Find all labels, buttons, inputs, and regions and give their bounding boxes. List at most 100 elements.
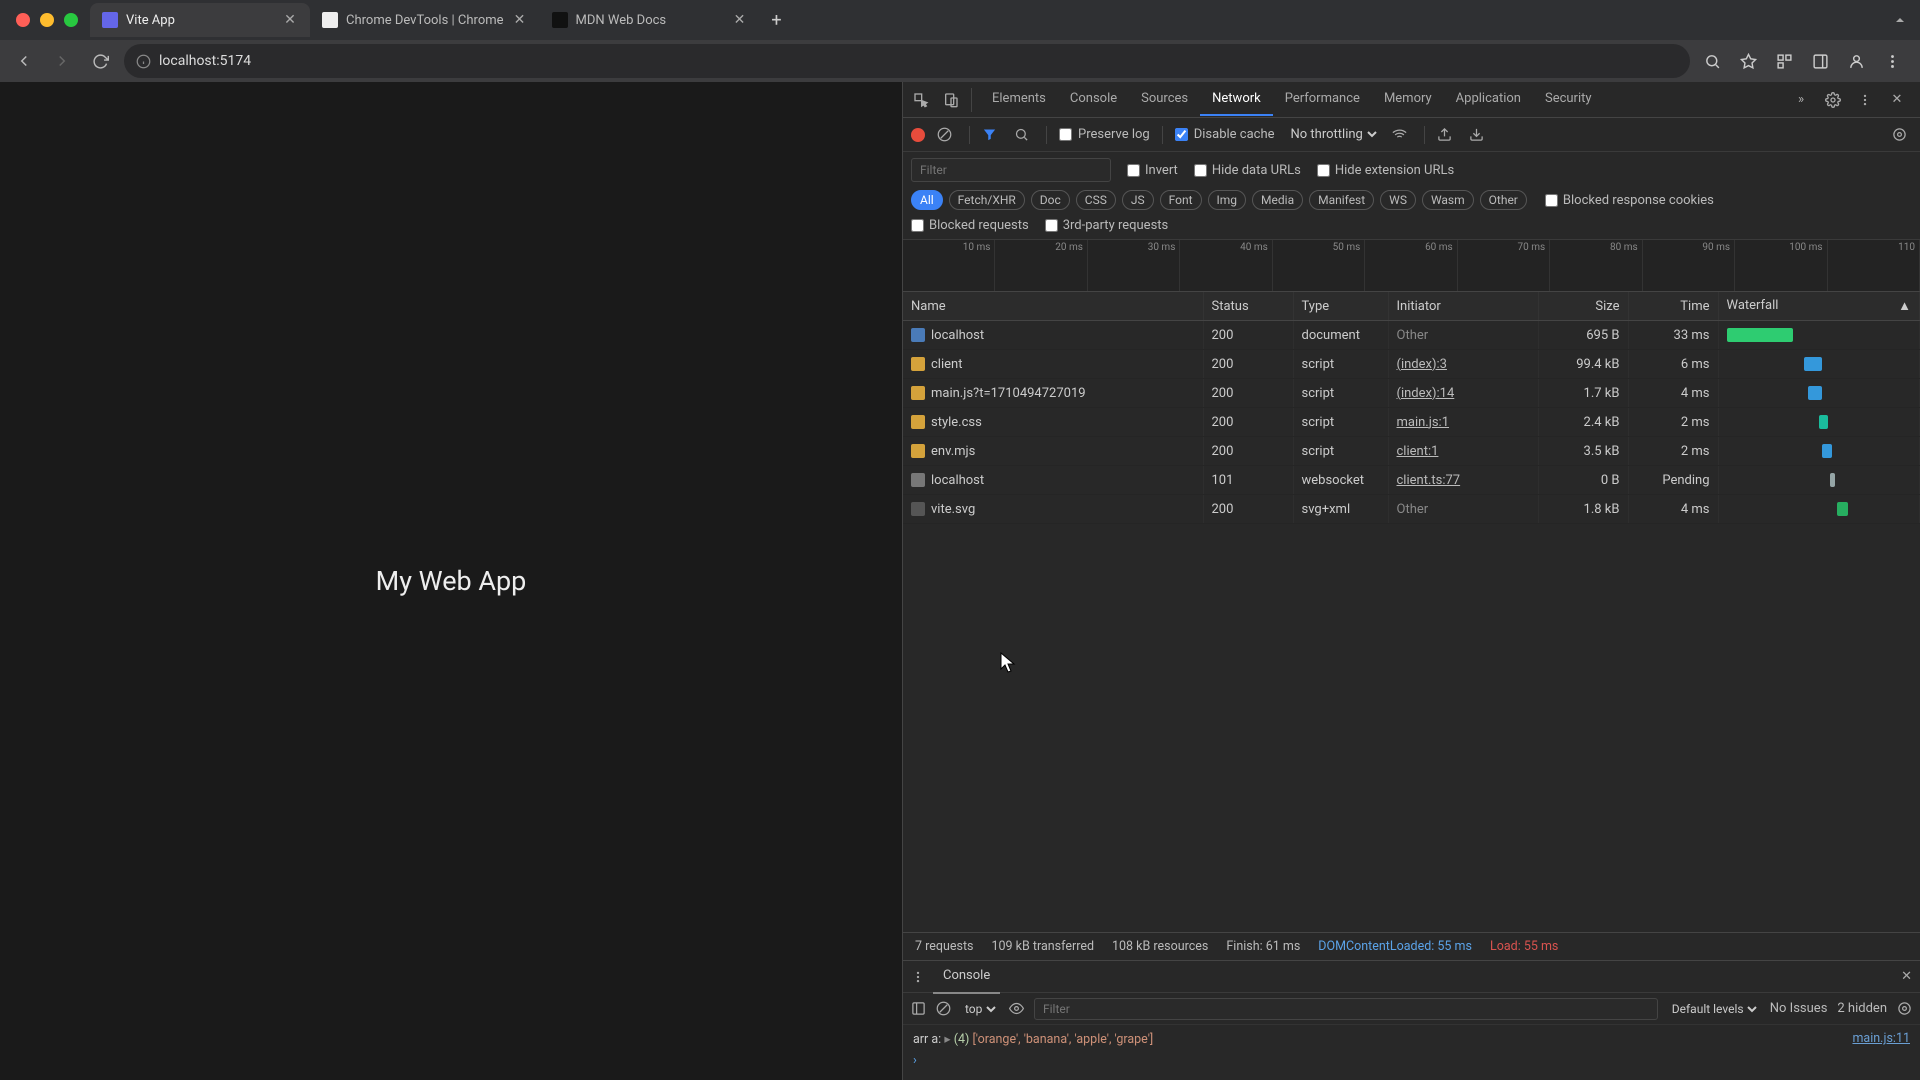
devtools-close-icon[interactable]: ✕ [1886, 89, 1908, 111]
console-log-line[interactable]: arr a: ▸ (4) ['orange', 'banana', 'apple… [913, 1029, 1910, 1049]
console-live-icon[interactable] [1009, 1001, 1024, 1016]
tabs-overflow-icon[interactable] [1892, 12, 1920, 28]
forward-button[interactable] [48, 47, 76, 75]
table-row[interactable]: main.js?t=1710494727019 200 script (inde… [903, 379, 1920, 408]
column-header[interactable]: Size [1538, 292, 1628, 321]
table-row[interactable]: localhost 200 document Other 695 B 33 ms [903, 321, 1920, 350]
table-row[interactable]: style.css 200 script main.js:1 2.4 kB 2 … [903, 408, 1920, 437]
filter-chip[interactable]: Font [1160, 190, 1202, 210]
back-button[interactable] [10, 47, 38, 75]
import-har-icon[interactable] [1437, 127, 1457, 142]
devtools-tab-network[interactable]: Network [1200, 83, 1273, 116]
tab-close-icon[interactable]: ✕ [282, 12, 298, 28]
column-header[interactable]: Initiator [1388, 292, 1538, 321]
network-filter-input[interactable] [911, 158, 1111, 182]
device-toggle-icon[interactable] [939, 88, 963, 112]
column-header[interactable]: Name [903, 292, 1203, 321]
initiator-link[interactable]: (index):14 [1397, 386, 1455, 401]
console-issues[interactable]: No Issues [1770, 1001, 1828, 1016]
initiator-link[interactable]: client.ts:77 [1397, 473, 1461, 488]
console-hidden[interactable]: 2 hidden [1837, 1001, 1887, 1016]
browser-tab[interactable]: Chrome DevTools | Chrome✕ [310, 3, 540, 37]
window-maximize-icon[interactable] [64, 13, 78, 27]
side-panel-icon[interactable] [1808, 49, 1832, 73]
filter-chip[interactable]: Doc [1031, 190, 1070, 210]
window-minimize-icon[interactable] [40, 13, 54, 27]
console-drawer-close-icon[interactable]: ✕ [1901, 969, 1912, 984]
reload-button[interactable] [86, 47, 114, 75]
menu-icon[interactable] [1880, 49, 1904, 73]
column-header[interactable]: Type [1293, 292, 1388, 321]
site-info-icon[interactable] [136, 54, 151, 69]
devtools-tab-performance[interactable]: Performance [1273, 83, 1372, 116]
devtools-tab-security[interactable]: Security [1533, 83, 1604, 116]
filter-chip[interactable]: Img [1208, 190, 1247, 210]
filter-chip[interactable]: Other [1480, 190, 1527, 210]
console-filter-input[interactable] [1034, 998, 1658, 1020]
filter-chip[interactable]: CSS [1076, 190, 1116, 210]
console-prompt[interactable]: › [913, 1049, 1910, 1068]
profile-icon[interactable] [1844, 49, 1868, 73]
column-header[interactable]: Time [1628, 292, 1718, 321]
hide-data-urls-checkbox[interactable]: Hide data URLs [1194, 163, 1301, 178]
filter-chip[interactable]: Manifest [1309, 190, 1374, 210]
filter-chip[interactable]: Fetch/XHR [949, 190, 1025, 210]
filter-chip[interactable]: Wasm [1422, 190, 1474, 210]
filter-toggle-icon[interactable] [982, 127, 1002, 142]
network-conditions-icon[interactable] [1392, 127, 1412, 142]
console-source-link[interactable]: main.js:11 [1852, 1031, 1910, 1047]
invert-checkbox[interactable]: Invert [1127, 163, 1178, 178]
browser-tab[interactable]: MDN Web Docs✕ [540, 3, 760, 37]
devtools-tab-elements[interactable]: Elements [980, 83, 1058, 116]
column-header[interactable]: Waterfall ▲ [1718, 292, 1920, 321]
extensions-icon[interactable] [1772, 49, 1796, 73]
bookmark-icon[interactable] [1736, 49, 1760, 73]
inspect-element-icon[interactable] [909, 88, 933, 112]
devtools-tab-console[interactable]: Console [1058, 83, 1129, 116]
search-toggle-icon[interactable] [1014, 127, 1034, 142]
table-row[interactable]: localhost 101 websocket client.ts:77 0 B… [903, 466, 1920, 495]
network-timeline[interactable]: 10 ms20 ms30 ms40 ms50 ms60 ms70 ms80 ms… [903, 240, 1920, 292]
filter-chip[interactable]: All [911, 190, 943, 210]
drawer-menu-icon[interactable] [911, 970, 925, 984]
settings-icon[interactable] [1822, 89, 1844, 111]
tab-close-icon[interactable]: ✕ [512, 12, 528, 28]
expand-icon[interactable]: ▸ [944, 1032, 950, 1047]
table-row[interactable]: client 200 script (index):3 99.4 kB 6 ms [903, 350, 1920, 379]
console-settings-icon[interactable] [1897, 1001, 1912, 1016]
preserve-log-checkbox[interactable]: Preserve log [1059, 127, 1150, 142]
blocked-cookies-checkbox[interactable]: Blocked response cookies [1545, 193, 1714, 208]
console-clear-icon[interactable] [936, 1001, 951, 1016]
network-table[interactable]: NameStatusTypeInitiatorSizeTimeWaterfall… [903, 292, 1920, 932]
tab-close-icon[interactable]: ✕ [732, 12, 748, 28]
browser-tab[interactable]: Vite App✕ [90, 3, 310, 37]
filter-chip[interactable]: Media [1252, 190, 1303, 210]
search-icon[interactable] [1700, 49, 1724, 73]
new-tab-button[interactable]: + [764, 7, 790, 33]
filter-chip[interactable]: JS [1122, 190, 1154, 210]
initiator-link[interactable]: main.js:1 [1397, 415, 1450, 430]
blocked-requests-checkbox[interactable]: Blocked requests [911, 218, 1029, 233]
address-bar[interactable]: localhost:5174 [124, 44, 1690, 78]
more-tabs-icon[interactable]: » [1790, 89, 1812, 111]
window-close-icon[interactable] [16, 13, 30, 27]
record-button[interactable] [911, 128, 925, 142]
network-settings-icon[interactable] [1892, 127, 1912, 142]
export-har-icon[interactable] [1469, 127, 1489, 142]
column-header[interactable]: Status [1203, 292, 1293, 321]
console-sidebar-icon[interactable] [911, 1001, 926, 1016]
hide-ext-urls-checkbox[interactable]: Hide extension URLs [1317, 163, 1454, 178]
table-row[interactable]: vite.svg 200 svg+xml Other 1.8 kB 4 ms [903, 495, 1920, 524]
devtools-tab-memory[interactable]: Memory [1372, 83, 1444, 116]
devtools-menu-icon[interactable] [1854, 89, 1876, 111]
devtools-tab-sources[interactable]: Sources [1129, 83, 1200, 116]
initiator-link[interactable]: client:1 [1397, 444, 1439, 459]
initiator-link[interactable]: (index):3 [1397, 357, 1447, 372]
console-drawer-tab[interactable]: Console [933, 960, 1000, 994]
throttling-select[interactable]: No throttling [1287, 126, 1380, 143]
clear-button[interactable] [937, 127, 957, 142]
filter-chip[interactable]: WS [1380, 190, 1416, 210]
third-party-checkbox[interactable]: 3rd-party requests [1045, 218, 1169, 233]
devtools-tab-application[interactable]: Application [1444, 83, 1533, 116]
console-context-select[interactable]: top [961, 1001, 999, 1017]
